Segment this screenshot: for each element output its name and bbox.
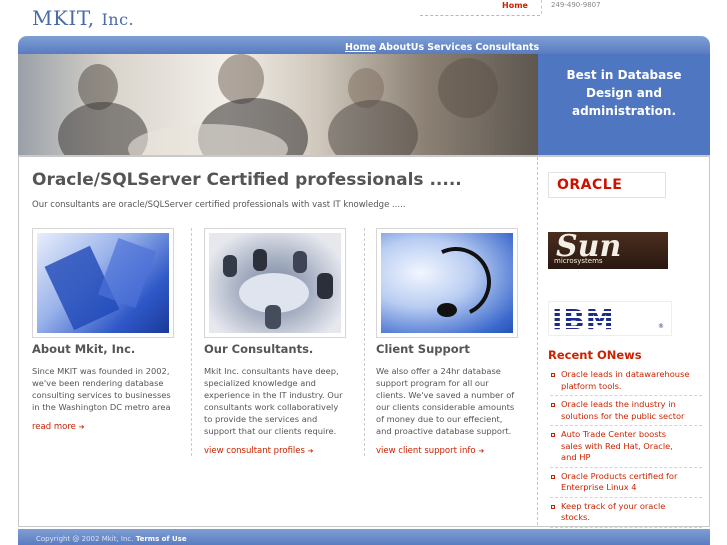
news-item-line: platform tools. [561, 380, 622, 391]
text-line: Mkit Inc. consultants have deep, [204, 366, 339, 376]
tagline-line: Design and [586, 86, 662, 100]
nav-aboutus[interactable]: AboutUs [379, 42, 424, 53]
news-item-line: Oracle leads the industry in [561, 399, 676, 409]
news-item-line: sales with Red Hat, Oracle, [561, 440, 673, 451]
news-item-line: Oracle leads in datawarehouse [561, 369, 690, 379]
sun-logo-subtext: microsystems [554, 257, 603, 265]
top-home-link[interactable]: Home [502, 1, 528, 10]
text-line: experience in the IT industry. Our [204, 390, 343, 400]
consultant-profiles-link[interactable]: view consultant profiles ➔ [204, 446, 314, 456]
text-line: consulting services to businesses [32, 390, 171, 400]
text-line: to provide the services and [204, 414, 318, 424]
ibm-logo-text: IBM [552, 303, 615, 336]
banner-tagline: Best in Database Design and administrati… [538, 66, 710, 120]
news-item-line: Keep track of your oracle [561, 500, 666, 511]
sidebar-divider [537, 157, 538, 525]
oracle-logo-text: ORACLE [557, 177, 623, 193]
footer-text: Copyright @ 2002 Mkit, Inc. Terms of Use [36, 535, 187, 543]
text-line: in the Washington DC metro area [32, 402, 171, 412]
square-bullet-icon [551, 403, 555, 407]
copyright-text: Copyright @ 2002 Mkit, Inc. [36, 535, 136, 543]
arrow-right-icon: ➔ [478, 447, 485, 455]
ibm-logo[interactable]: IBM ® [548, 301, 672, 336]
consultants-text: Mkit Inc. consultants have deep, special… [204, 365, 354, 437]
consultants-image [204, 228, 346, 338]
text-line: support program for all our [376, 378, 489, 388]
tagline-line: Best in Database [566, 68, 682, 82]
banner-photo [18, 54, 538, 155]
text-line: we've been rendering database [32, 378, 164, 388]
news-item-line: and HP [561, 452, 591, 462]
tagline-line: administration. [571, 104, 677, 118]
news-item-line: Auto Trade Center boosts [561, 429, 667, 439]
consultants-title: Our Consultants. [204, 342, 314, 356]
text-line: consultants work collaboratively [204, 402, 339, 412]
header-separator [541, 0, 542, 14]
text-line: clients. We've saved a number of [376, 390, 515, 400]
read-more-label: read more [32, 422, 76, 432]
sun-logo[interactable]: Sun microsystems [548, 229, 668, 269]
about-text: Since MKIT was founded in 2002, we've be… [32, 365, 182, 413]
square-bullet-icon [551, 433, 555, 437]
page-subtitle: Our consultants are oracle/SQLServer cer… [32, 200, 406, 210]
text-line: support that our clients require. [204, 426, 337, 436]
news-item[interactable]: Oracle leads in datawarehouse platform to… [550, 369, 702, 396]
support-image [376, 228, 518, 338]
news-title: Recent ONews [548, 348, 642, 362]
ibm-logo-reg: ® [658, 323, 664, 330]
consultant-profiles-label: view consultant profiles [204, 446, 305, 456]
text-line: specialized knowledge and [204, 378, 316, 388]
header-divider [420, 15, 540, 16]
news-item[interactable]: Auto Trade Center boosts sales with Red H… [550, 429, 702, 468]
support-text: We also offer a 24hr database support pr… [376, 365, 526, 437]
text-line: Since MKIT was founded in 2002, [32, 366, 170, 376]
phone-number: 249-490-9807 [551, 1, 601, 9]
logo-text-main: MKIT, [32, 6, 102, 30]
column-divider [364, 228, 365, 456]
client-support-link[interactable]: view client support info ➔ [376, 446, 484, 456]
news-item[interactable]: Keep track of your oracle stocks. [550, 501, 702, 528]
nav-home[interactable]: Home [345, 42, 376, 53]
news-list: Oracle leads in datawarehouse platform to… [550, 369, 702, 531]
nav-consultants[interactable]: Consultants [475, 42, 539, 53]
square-bullet-icon [551, 474, 555, 479]
client-support-label: view client support info [376, 446, 476, 456]
square-bullet-icon [551, 504, 555, 509]
text-line: of money due to our effecient, [376, 414, 503, 424]
text-line: our clients considerable amounts [376, 402, 515, 412]
main-nav: Home AboutUs Services Consultants [345, 42, 542, 53]
logo-text-small: Inc. [101, 10, 135, 29]
about-image [32, 228, 174, 338]
arrow-right-icon: ➔ [78, 423, 85, 431]
read-more-link[interactable]: read more ➔ [32, 422, 84, 432]
square-bullet-icon [551, 373, 555, 377]
text-line: We also offer a 24hr database [376, 366, 501, 376]
news-item-line: Enterprise Linux 4 [561, 482, 637, 492]
arrow-right-icon: ➔ [307, 447, 314, 455]
page-title: Oracle/SQLServer Certified professionals… [32, 170, 462, 190]
text-line: and proactive database support. [376, 426, 512, 436]
news-item-line: stocks. [561, 512, 590, 522]
news-item-line: Oracle Products certified for [561, 470, 678, 481]
site-logo[interactable]: MKIT, Inc. [32, 6, 134, 30]
news-item[interactable]: Oracle Products certified for Enterprise … [550, 471, 702, 498]
news-item[interactable]: Oracle leads the industry in solutions fo… [550, 399, 702, 426]
about-title: About Mkit, Inc. [32, 342, 136, 356]
support-title: Client Support [376, 342, 470, 356]
terms-of-use-link[interactable]: Terms of Use [136, 535, 187, 543]
news-item-line: solutions for the public sector [561, 410, 685, 421]
nav-services[interactable]: Services [427, 42, 472, 53]
column-divider [191, 228, 192, 456]
oracle-logo[interactable]: ORACLE [548, 172, 666, 198]
